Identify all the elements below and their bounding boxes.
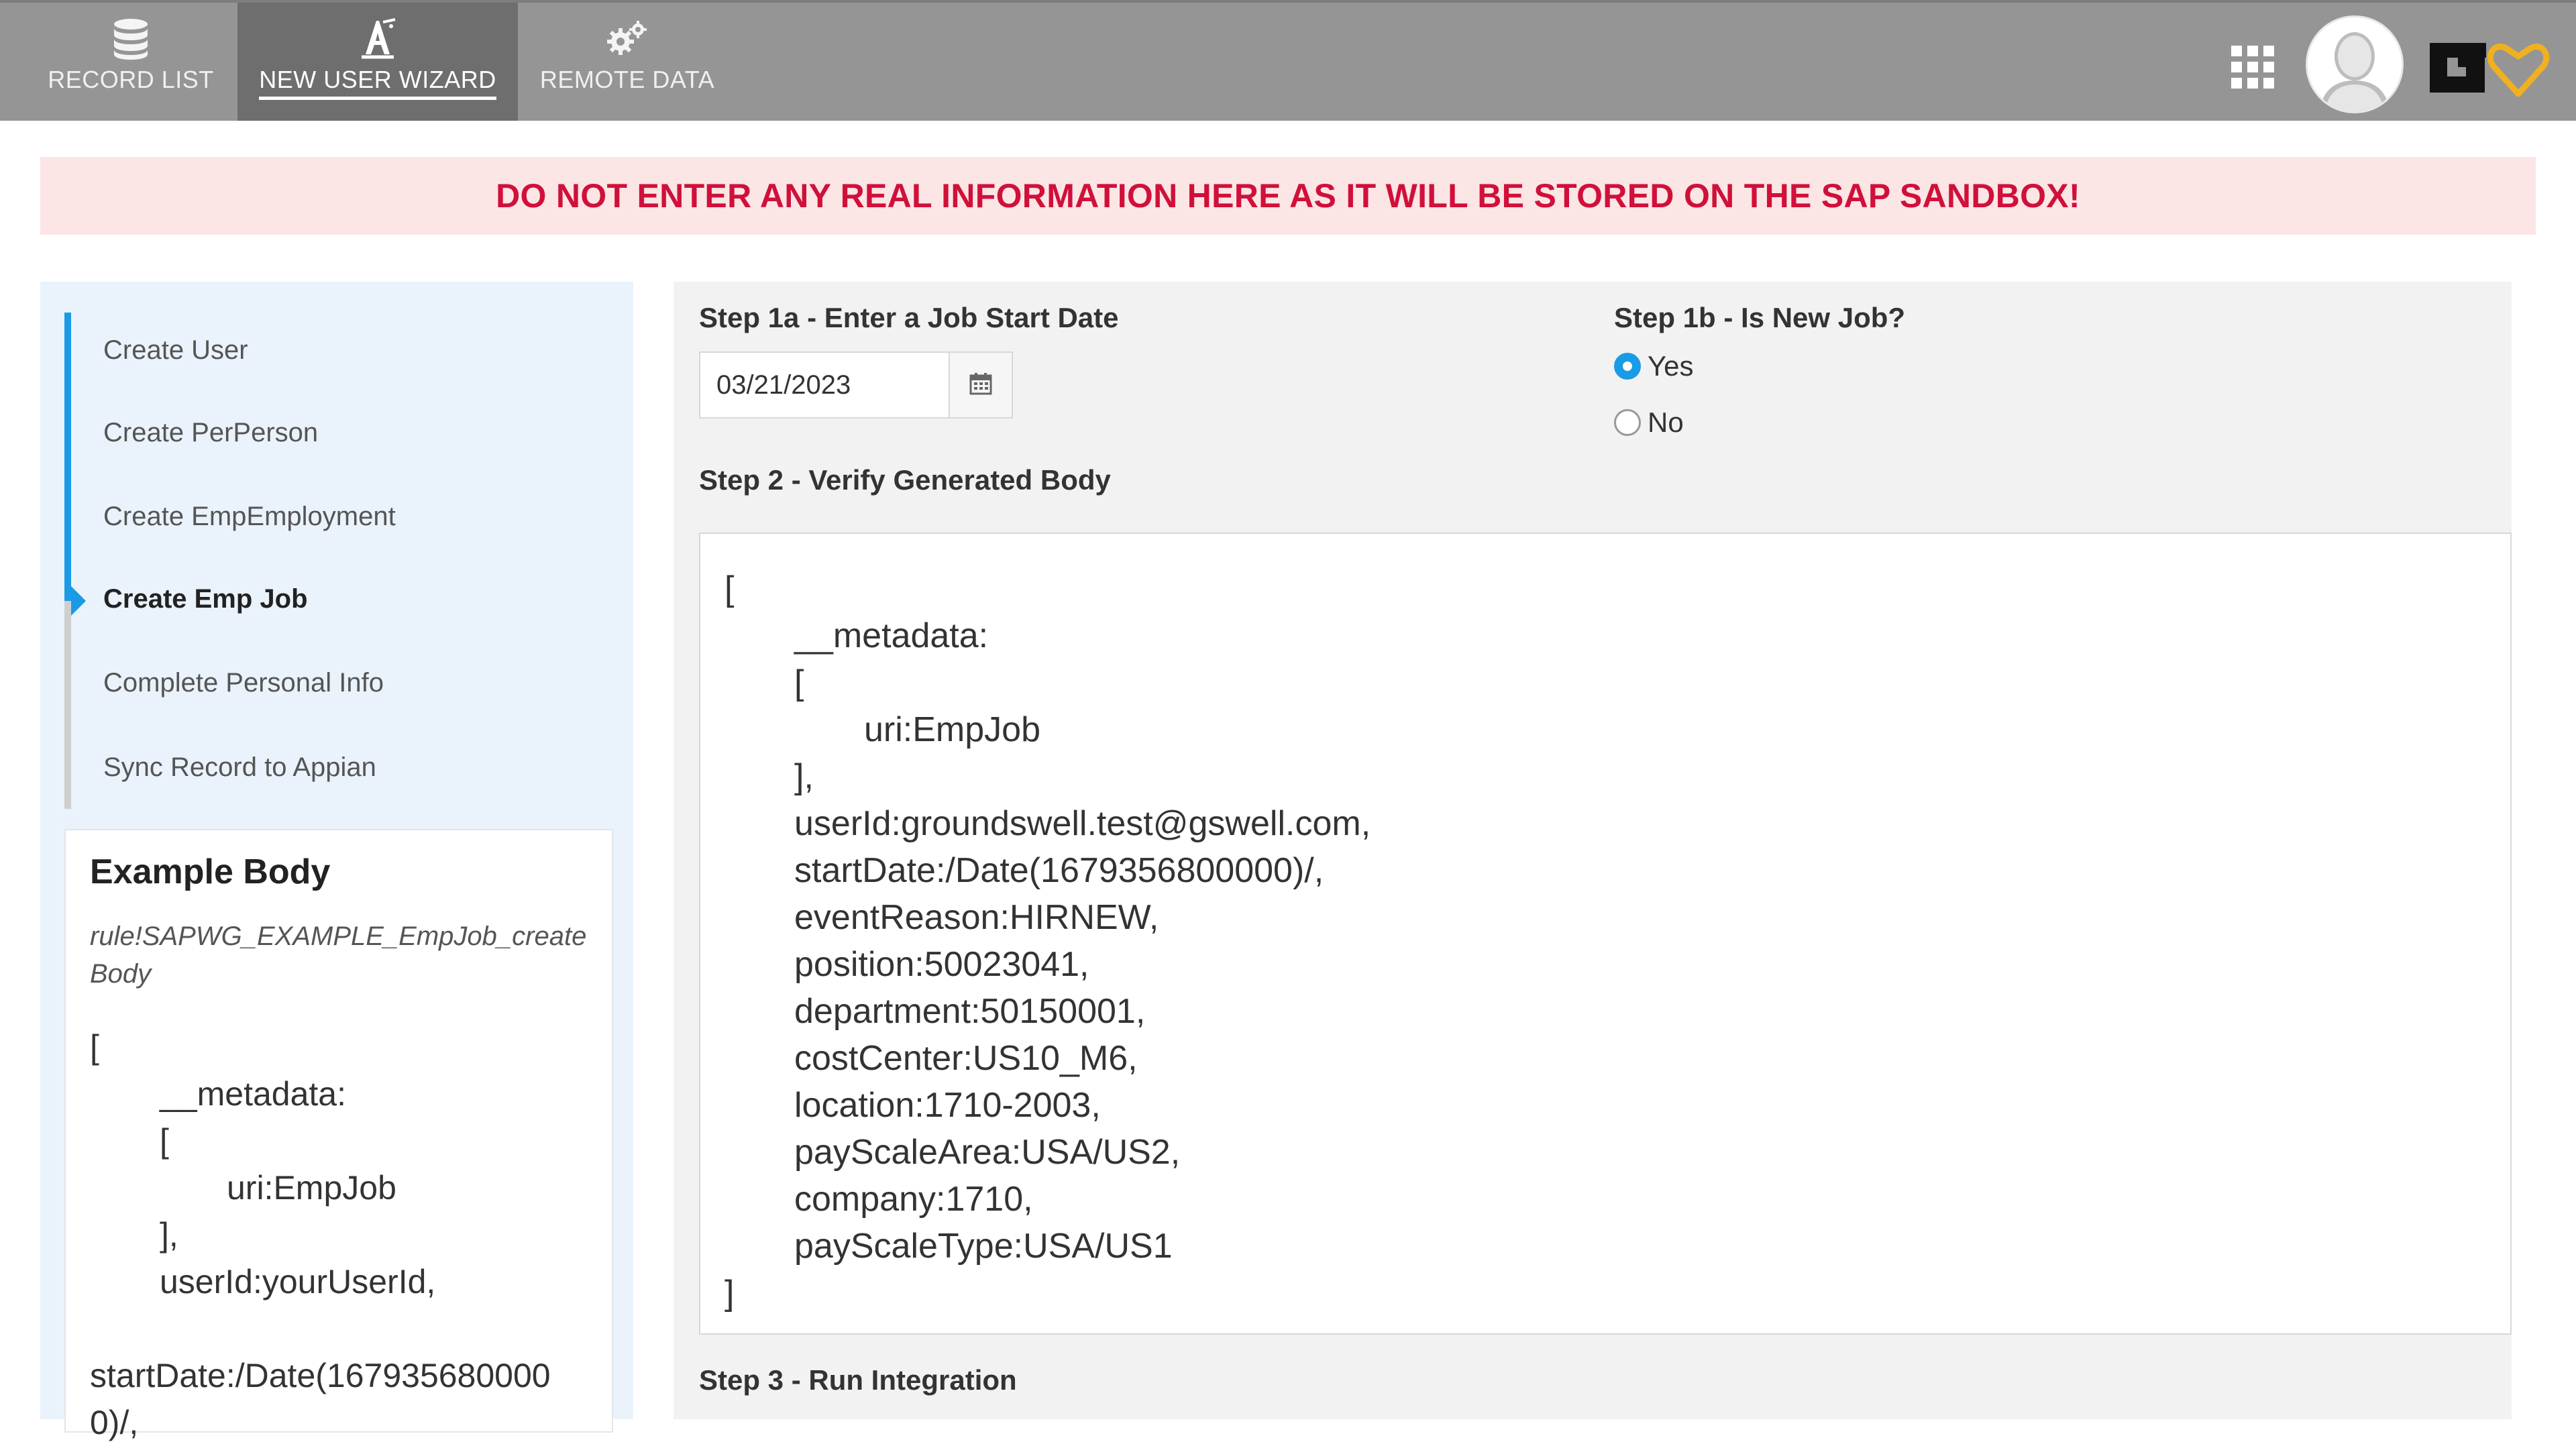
code-line: uri:EmpJob [227, 1169, 396, 1207]
gears-icon [606, 17, 649, 60]
example-body-title: Example Body [90, 852, 331, 891]
current-step-marker [71, 586, 86, 616]
code-line: [ [160, 1122, 169, 1160]
tab-label: REMOTE DATA [539, 66, 715, 93]
tab-label: NEW USER WIZARD [259, 66, 496, 100]
step1a-label: Step 1a - Enter a Job Start Date [699, 302, 1119, 333]
example-rule-name: rule!SAPWG_EXAMPLE_EmpJob_create Body [90, 922, 587, 989]
code-line: [ [90, 1028, 99, 1066]
body-line: startDate:/Date(1679356800000)/, [794, 851, 1324, 890]
body-line: position:50023041, [794, 945, 1089, 984]
step-create-perperson[interactable]: Create PerPerson [103, 418, 318, 448]
body-line: costCenter:US10_M6, [794, 1039, 1138, 1078]
radio-yes-label: Yes [1648, 350, 1694, 382]
warning-banner: DO NOT ENTER ANY REAL INFORMATION HERE A… [40, 157, 2536, 235]
body-line: payScaleType:USA/US1 [794, 1227, 1173, 1266]
body-line: company:1710, [794, 1180, 1033, 1219]
step3-label: Step 3 - Run Integration [699, 1364, 1017, 1396]
step-create-user[interactable]: Create User [103, 335, 248, 366]
step-create-emp-job[interactable]: Create Emp Job [103, 584, 308, 614]
step1b-label: Step 1b - Is New Job? [1614, 302, 1906, 333]
body-line: payScaleArea:USA/US2, [794, 1133, 1181, 1172]
top-navigation-bar: RECORD LIST NEW USER WIZARD REMOTE DATA [0, 0, 2576, 121]
wizard-icon [356, 17, 399, 60]
app-grid-icon[interactable] [2231, 46, 2274, 89]
radio-no[interactable]: No [1614, 406, 1684, 439]
radio-yes[interactable]: Yes [1614, 350, 1694, 382]
calendar-icon [969, 372, 992, 398]
tab-record-list[interactable]: RECORD LIST [34, 3, 228, 121]
body-line: userId:groundswell.test@gswell.com, [794, 804, 1371, 843]
wizard-main-panel: Step 1a - Enter a Job Start Date Step 1b… [674, 282, 2512, 1419]
brand-logo [2424, 30, 2559, 103]
step-create-empemployment[interactable]: Create EmpEmployment [103, 502, 396, 532]
calendar-button[interactable] [949, 351, 1013, 419]
tab-new-user-wizard[interactable]: NEW USER WIZARD [237, 3, 518, 121]
body-line: [ [794, 663, 804, 702]
code-line: startDate:/Date(167935680000 [90, 1357, 551, 1394]
body-line: __metadata: [794, 616, 989, 655]
wizard-sidebar: Create User Create PerPerson Create EmpE… [40, 282, 633, 1441]
example-body-card: Example Body rule!SAPWG_EXAMPLE_EmpJob_c… [64, 829, 613, 1441]
step-complete-personal-info[interactable]: Complete Personal Info [103, 668, 384, 698]
job-start-date-input[interactable] [699, 351, 949, 419]
radio-yes-button[interactable] [1614, 353, 1641, 380]
radio-no-button[interactable] [1614, 409, 1641, 436]
step-sync-record[interactable]: Sync Record to Appian [103, 753, 376, 783]
user-avatar[interactable] [2308, 17, 2402, 111]
code-line: userId:yourUserId, [160, 1263, 436, 1300]
body-line: department:50150001, [794, 992, 1146, 1031]
code-line: __metadata: [160, 1075, 346, 1113]
step2-label: Step 2 - Verify Generated Body [699, 464, 1111, 496]
body-line: ] [724, 1274, 735, 1313]
generated-body-textbox[interactable]: [ __metadata: [ uri:EmpJob ], userId:gro… [699, 533, 2512, 1335]
progress-rail-completed [64, 313, 71, 601]
database-icon [113, 17, 149, 60]
tab-remote-data[interactable]: REMOTE DATA [530, 3, 724, 121]
body-line: location:1710-2003, [794, 1086, 1101, 1125]
body-line: [ [724, 569, 735, 608]
code-line: 0)/, [90, 1404, 139, 1441]
body-line: ], [794, 757, 814, 796]
radio-no-label: No [1648, 406, 1684, 438]
warning-text: DO NOT ENTER ANY REAL INFORMATION HERE A… [496, 177, 2080, 215]
body-line: uri:EmpJob [864, 710, 1040, 749]
code-line: ], [160, 1216, 178, 1254]
tab-label: RECORD LIST [48, 66, 214, 93]
body-line: eventReason:HIRNEW, [794, 898, 1159, 937]
